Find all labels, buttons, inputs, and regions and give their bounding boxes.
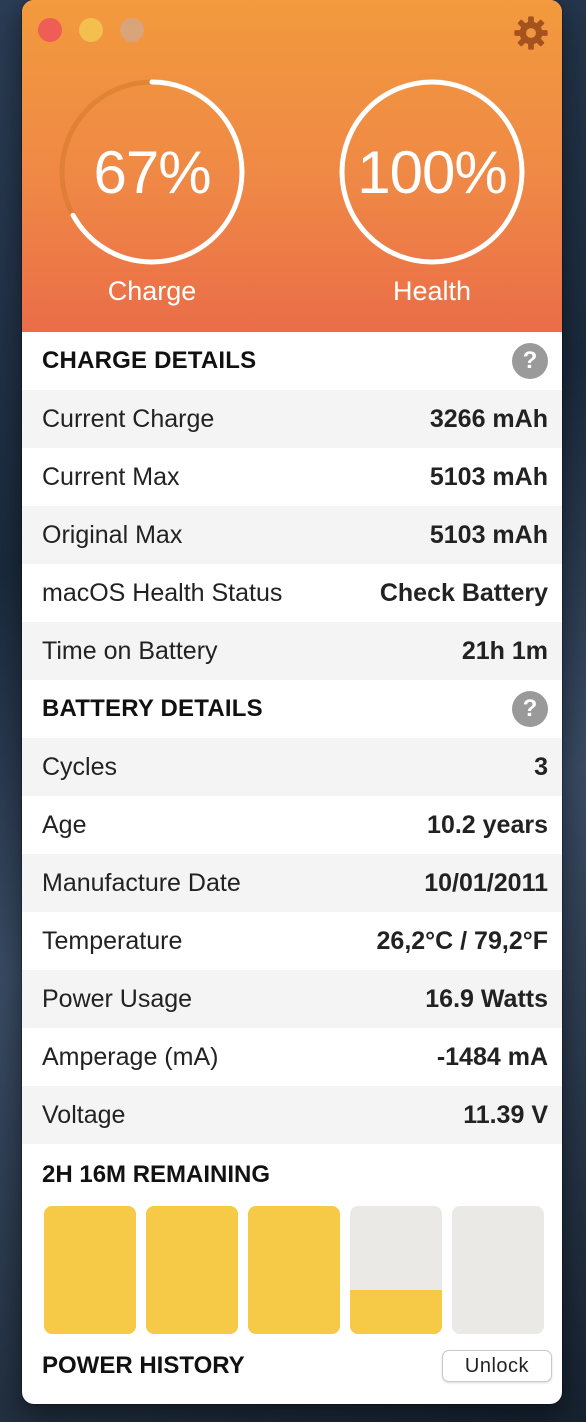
bar-fill [146,1206,238,1334]
row-value: 16.9 Watts [425,984,548,1013]
row-value: -1484 mA [436,1042,548,1071]
zoom-window-button[interactable] [120,18,144,42]
close-window-button[interactable] [38,18,62,42]
row-label: macOS Health Status [42,578,283,607]
remaining-title: 2H 16M REMAINING [42,1161,271,1188]
current-charge-row: Current Charge 3266 mAh [22,390,562,448]
charge-percent: 67% [93,138,211,206]
remaining-bar [350,1206,442,1334]
original-max-row: Original Max 5103 mAh [22,506,562,564]
health-label: Health [392,276,472,306]
battery-details-title: BATTERY DETAILS [42,695,263,722]
power-history-title: POWER HISTORY [42,1352,245,1379]
window-controls [38,18,144,42]
help-icon[interactable]: ? [512,691,548,727]
row-value: 11.39 V [463,1100,548,1129]
charge-details-header: CHARGE DETAILS ? [22,332,562,390]
remaining-bar [146,1206,238,1334]
temperature-row: Temperature 26,2°C / 79,2°F [22,912,562,970]
help-icon[interactable]: ? [512,343,548,379]
health-percent: 100% [357,138,507,206]
row-value: 3266 mAh [429,404,548,433]
bar-fill [350,1290,442,1334]
cycles-row: Cycles 3 [22,738,562,796]
age-row: Age 10.2 years [22,796,562,854]
power-history-footer: POWER HISTORY Unlock [22,1334,562,1398]
charge-label: Charge [107,276,197,306]
row-label: Current Charge [42,404,215,433]
remaining-bar [452,1206,544,1334]
health-gauge: 100% [336,76,528,268]
row-value: 5103 mAh [429,462,548,491]
row-label: Power Usage [42,984,193,1013]
charge-gauge: 67% [56,76,248,268]
row-value: 3 [534,752,548,781]
power-usage-row: Power Usage 16.9 Watts [22,970,562,1028]
row-label: Original Max [42,520,183,549]
unlock-button[interactable]: Unlock [442,1350,552,1382]
row-value: 5103 mAh [429,520,548,549]
battery-details-header: BATTERY DETAILS ? [22,680,562,738]
battery-window: 67% Charge 100% Health CHARGE DETAILS ? … [22,0,562,1404]
amperage-row: Amperage (mA) -1484 mA [22,1028,562,1086]
bar-fill [248,1206,340,1334]
time-on-battery-row: Time on Battery 21h 1m [22,622,562,680]
health-status-row: macOS Health Status Check Battery [22,564,562,622]
remaining-bar [248,1206,340,1334]
row-label: Temperature [42,926,183,955]
charge-details-title: CHARGE DETAILS [42,347,257,374]
row-label: Manufacture Date [42,868,241,897]
row-label: Time on Battery [42,636,218,665]
minimize-window-button[interactable] [79,18,103,42]
row-value: 10.2 years [427,810,548,839]
remaining-bar [44,1206,136,1334]
charge-details-list: Current Charge 3266 mAh Current Max 5103… [22,390,562,680]
row-label: Age [42,810,87,839]
row-label: Amperage (mA) [42,1042,219,1071]
row-label: Current Max [42,462,180,491]
battery-header: 67% Charge 100% Health [22,0,562,332]
battery-details-list: Cycles 3 Age 10.2 years Manufacture Date… [22,738,562,1144]
current-max-row: Current Max 5103 mAh [22,448,562,506]
row-value: Check Battery [379,578,548,607]
row-label: Cycles [42,752,118,781]
remaining-bars [22,1206,562,1334]
bar-fill [44,1206,136,1334]
manufacture-date-row: Manufacture Date 10/01/2011 [22,854,562,912]
row-value: 26,2°C / 79,2°F [376,926,548,955]
row-value: 10/01/2011 [424,868,548,897]
row-label: Voltage [42,1100,126,1129]
row-value: 21h 1m [461,636,548,665]
voltage-row: Voltage 11.39 V [22,1086,562,1144]
gear-icon[interactable] [512,14,550,52]
remaining-header: 2H 16M REMAINING [22,1144,562,1206]
